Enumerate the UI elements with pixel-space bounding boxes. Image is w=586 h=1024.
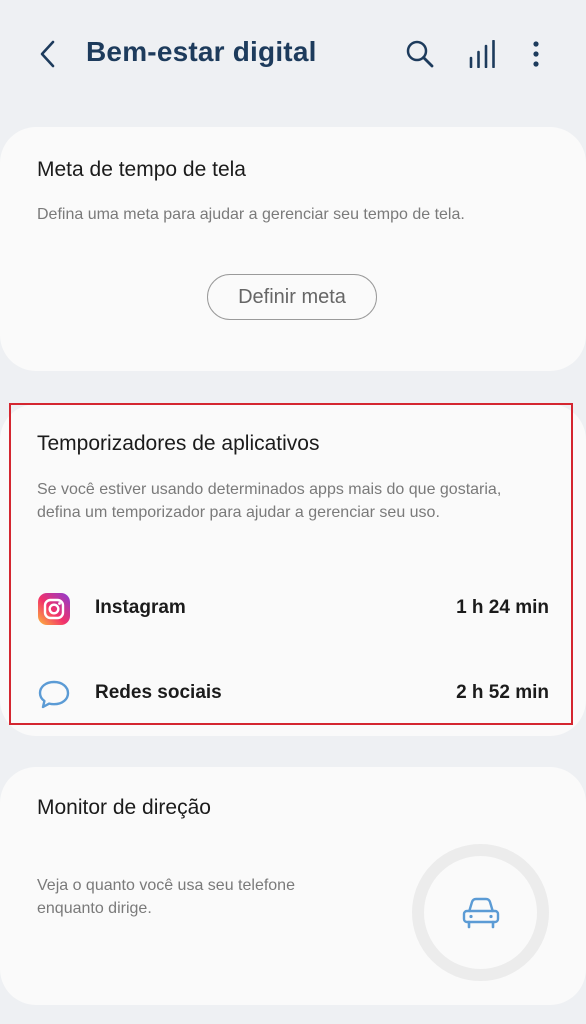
driving-monitor-card[interactable]: Monitor de direção Veja o quanto você us… — [0, 767, 586, 1005]
app-bar: Bem-estar digital — [0, 0, 586, 108]
set-goal-button[interactable]: Definir meta — [207, 274, 377, 320]
driving-monitor-badge — [412, 844, 549, 981]
bar-chart-icon — [469, 40, 495, 68]
back-arrow-icon — [40, 40, 55, 68]
more-options-button[interactable] — [516, 34, 556, 74]
search-button[interactable] — [400, 34, 440, 74]
more-vert-icon — [533, 41, 539, 67]
page-title: Bem-estar digital — [86, 36, 317, 67]
car-icon — [462, 897, 499, 928]
screen-time-goal-card: Meta de tempo de tela Defina uma meta pa… — [0, 127, 586, 371]
search-icon — [406, 40, 434, 68]
screen-time-goal-title: Meta de tempo de tela — [37, 158, 246, 181]
screen-time-goal-description: Defina uma meta para ajudar a gerenciar … — [37, 206, 465, 223]
driving-monitor-title: Monitor de direção — [37, 796, 211, 819]
highlight-box — [9, 403, 573, 725]
back-button[interactable] — [30, 34, 66, 74]
driving-monitor-description: Veja o quanto você usa seu telefone enqu… — [37, 877, 295, 917]
statistics-button[interactable] — [462, 34, 502, 74]
